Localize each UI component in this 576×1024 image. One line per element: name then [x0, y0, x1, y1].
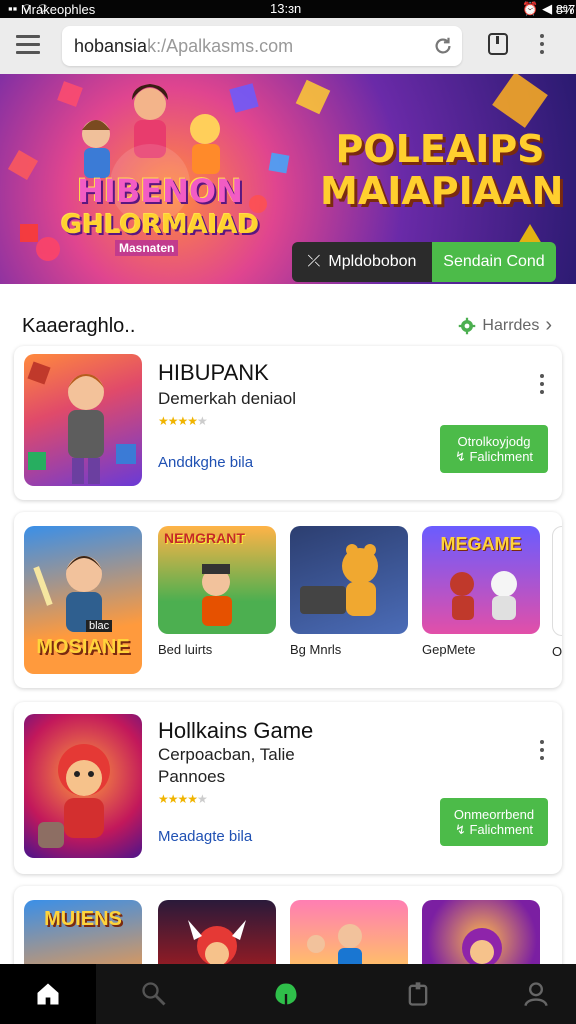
tile-title: MOSIANE [36, 636, 130, 658]
status-right: ⏰ ◀ 8% ▭ 760M [522, 1, 576, 17]
carousel-item[interactable]: Bg Mnrls [290, 526, 408, 657]
banner-right-title: POLEAIPS MAIAPIAAN [320, 127, 564, 213]
reload-icon[interactable] [432, 35, 454, 57]
app-link[interactable]: Meadagte bila [158, 828, 252, 845]
carousel-item[interactable]: MEGAME GepMete [422, 526, 540, 657]
banner-primary-label: Sendain Cond [443, 253, 545, 270]
nav-home[interactable] [0, 964, 96, 1024]
library-icon [408, 982, 428, 1006]
main-content: Kaaeraghlo.. Harrdes › HIBUPANK Demerkah… [0, 284, 576, 976]
install-line2: ↯ Falichment [454, 449, 534, 464]
url-text[interactable]: hobansiak:/Apalkasms.com [74, 36, 293, 57]
search-icon [142, 982, 166, 1006]
url-rest: k:/Apalkasms.com [147, 36, 294, 56]
rating-stars: ★★★★★ [158, 414, 208, 428]
banner-right-title-line2: MAIAPIAAN [320, 169, 564, 213]
app-subtitle: Cerpoacban, Talie [158, 745, 295, 764]
banner-left-subtitle: Masnaten [115, 240, 179, 256]
banner-left-title-line2: GHLORMAIAD [60, 210, 260, 240]
app-carousel-card: MUIENS [14, 886, 562, 976]
apps-icon [275, 983, 297, 1005]
featured-app-card[interactable]: Hollkains Game Cerpoacban, Talie Pannoes… [14, 702, 562, 874]
rating-stars: ★★★★★ [158, 792, 208, 806]
banner-secondary-label: Mpldobobon [328, 253, 417, 270]
banner-left-title-line1: HIBENON [77, 172, 243, 210]
install-line1: Otrolkoyjodg [457, 434, 531, 449]
more-vert-icon[interactable] [540, 740, 544, 764]
section-more-link[interactable]: Harrdes › [458, 314, 552, 337]
tabs-icon[interactable] [488, 33, 508, 55]
tile-tag: blac [86, 620, 113, 632]
tile-title: MUIENS [44, 908, 122, 930]
section-more-label: Harrdes [482, 316, 540, 334]
app-thumbnail[interactable] [24, 354, 142, 486]
nav-apps[interactable] [238, 964, 334, 1024]
banner-right-title-line1: POLEAIPS [335, 127, 545, 171]
banner-secondary-button[interactable]: ⤫ Mpldobobon [292, 242, 432, 282]
home-icon [37, 983, 59, 1005]
app-subtitle-line2: Pannoes [158, 767, 226, 786]
nav-search[interactable] [106, 964, 202, 1024]
more-vert-icon[interactable] [540, 374, 544, 398]
featured-app-card[interactable]: HIBUPANK Demerkah deniaol ★★★★★ Anddkghe… [14, 346, 562, 500]
chevron-right-icon: › [545, 314, 552, 336]
url-main: hobansia [74, 36, 148, 56]
character-art [38, 744, 110, 848]
character-art [300, 544, 378, 616]
stars-filled: ★★★★ [158, 414, 198, 428]
status-bar: ▪▪ Mrakeophles ⌔ ⌔ 13:ɜn ⏰ ◀ 8% ▭ 760M [0, 0, 576, 18]
carousel-thumbnail: MEGAME [422, 526, 540, 634]
tile-title: MEGAME [440, 534, 522, 554]
carousel-thumbnail: NEMGRANT [158, 526, 276, 634]
more-vert-icon[interactable] [540, 34, 546, 58]
carousel-tile-large[interactable]: MOSIANE blac [24, 526, 142, 674]
nav-library[interactable] [370, 964, 466, 1024]
cross-icon: ⤫ [307, 253, 321, 270]
stars-empty: ★ [197, 414, 208, 428]
install-line1: Onmeorrbend [453, 807, 535, 822]
tile-title: NEMGRANT [164, 530, 245, 546]
carousel-item-partial[interactable]: Ol [552, 526, 562, 659]
carousel-thumbnail [552, 526, 562, 636]
app-carousel-card: MOSIANE blac NEMGRANT Bed luirts Bg Mnrl… [14, 512, 562, 688]
section-title: Kaaeraghlo.. [22, 315, 136, 337]
carousel-item-label: GepMete [422, 642, 476, 657]
status-carrier-text: Mrakeophles [20, 2, 96, 17]
install-line2: ↯ Falichment [454, 822, 534, 837]
app-link[interactable]: Anddkghe bila [158, 454, 253, 471]
install-button[interactable]: Onmeorrbend ↯ Falichment [440, 798, 548, 846]
nav-profile[interactable] [488, 964, 576, 1024]
character-art [27, 361, 136, 484]
url-field[interactable]: hobansiak:/Apalkasms.com [62, 26, 462, 66]
bottom-navigation [0, 964, 576, 1024]
profile-icon [524, 982, 548, 1007]
app-subtitle: Demerkah deniaol [158, 389, 296, 408]
banner-primary-button[interactable]: Sendain Cond [432, 242, 556, 282]
banner-left-title: HIBENON GHLORMAIAD [60, 174, 260, 242]
stars-empty: ★ [197, 792, 208, 806]
install-button[interactable]: Otrolkoyjodg ↯ Falichment [440, 425, 548, 473]
app-title[interactable]: HIBUPANK [158, 360, 269, 386]
app-thumbnail[interactable] [24, 714, 142, 858]
carousel-thumbnail [290, 526, 408, 634]
data-rate: 760M [568, 2, 576, 17]
stars-filled: ★★★★ [158, 792, 198, 806]
status-time: 13:ɜn [270, 1, 302, 16]
browser-toolbar: hobansiak:/Apalkasms.com [0, 18, 576, 74]
carousel-item-label: Ol [552, 644, 562, 659]
gear-icon [459, 317, 476, 334]
carousel-item-label: Bg Mnrls [290, 642, 342, 657]
menu-icon[interactable] [16, 35, 40, 57]
carousel-item[interactable]: NEMGRANT Bed luirts [158, 526, 276, 657]
status-carrier: ▪▪ Mrakeophles ⌔ ⌔ [8, 1, 96, 17]
carousel-item-label: Bed luirts [158, 642, 213, 657]
app-title[interactable]: Hollkains Game [158, 718, 313, 744]
